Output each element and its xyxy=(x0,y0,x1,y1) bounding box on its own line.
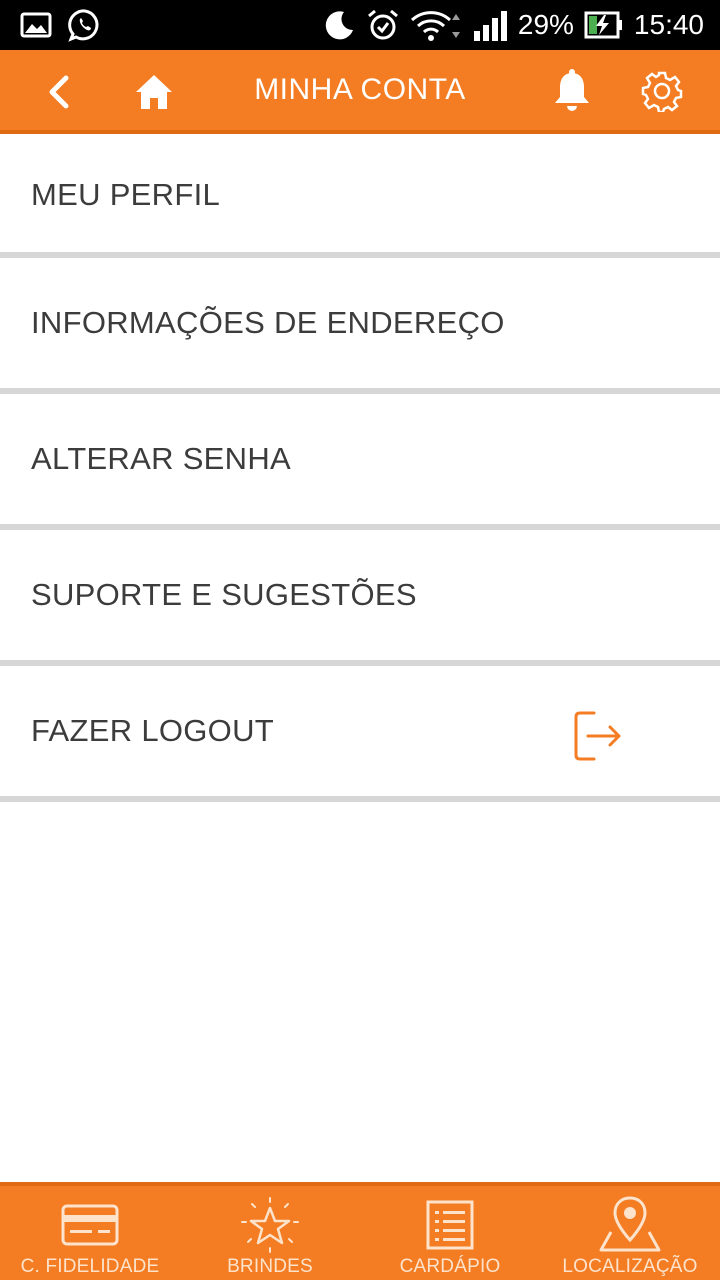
home-icon xyxy=(136,75,172,109)
signal-icon xyxy=(472,9,508,41)
nav-item-cardapio[interactable]: CARDÁPIO xyxy=(360,1186,540,1280)
star-icon xyxy=(241,1197,299,1253)
whatsapp-icon xyxy=(68,8,102,42)
page-title: MINHA CONTA xyxy=(254,73,466,106)
logout-icon xyxy=(574,711,621,761)
home-button[interactable] xyxy=(130,68,178,116)
menu-item-fazer-logout[interactable]: FAZER LOGOUT xyxy=(0,666,720,802)
nav-label: LOCALIZAÇÃO xyxy=(562,1256,698,1277)
app-header: MINHA CONTA xyxy=(0,50,720,134)
clock: 15:40 xyxy=(633,9,704,40)
menu-item-label: INFORMAÇÕES DE ENDEREÇO xyxy=(31,305,505,340)
notifications-button[interactable] xyxy=(548,66,596,116)
menu-list-icon xyxy=(426,1200,474,1250)
nav-item-brindes[interactable]: BRINDES xyxy=(180,1186,360,1280)
gear-icon xyxy=(641,71,683,112)
back-button[interactable] xyxy=(36,68,80,116)
menu-item-label: SUPORTE E SUGESTÕES xyxy=(31,577,417,612)
menu-item-informacoes-endereco[interactable]: INFORMAÇÕES DE ENDEREÇO xyxy=(0,258,720,394)
nav-label: CARDÁPIO xyxy=(399,1256,501,1277)
nav-item-localizacao[interactable]: LOCALIZAÇÃO xyxy=(540,1186,720,1280)
bottom-nav: C. FIDELIDADE BRINDES CARDÁPIO LOCALIZAÇ… xyxy=(0,1182,720,1280)
alarm-icon xyxy=(366,8,400,42)
nav-label: BRINDES xyxy=(227,1256,313,1277)
battery-charging-icon xyxy=(584,11,624,39)
card-icon xyxy=(61,1204,119,1246)
menu-item-label: FAZER LOGOUT xyxy=(31,713,275,748)
nav-item-fidelidade[interactable]: C. FIDELIDADE xyxy=(0,1186,180,1280)
settings-button[interactable] xyxy=(638,66,686,116)
back-arrow-icon xyxy=(49,75,69,109)
status-bar: 29% 15:40 xyxy=(0,0,720,50)
menu-item-alterar-senha[interactable]: ALTERAR SENHA xyxy=(0,394,720,530)
menu-item-label: MEU PERFIL xyxy=(31,177,221,212)
moon-icon xyxy=(322,8,356,42)
bell-icon xyxy=(555,69,589,111)
battery-percent: 29% xyxy=(517,9,574,40)
menu-item-meu-perfil[interactable]: MEU PERFIL xyxy=(0,138,720,258)
screen: 29% 15:40 MINHA CONTA MEU PERFIL INFORMA… xyxy=(0,0,720,1280)
menu-item-label: ALTERAR SENHA xyxy=(31,441,291,476)
account-menu: MEU PERFIL INFORMAÇÕES DE ENDEREÇO ALTER… xyxy=(0,138,720,802)
nav-label: C. FIDELIDADE xyxy=(20,1256,160,1277)
map-pin-icon xyxy=(599,1196,661,1252)
image-icon xyxy=(20,12,52,38)
wifi-icon xyxy=(410,8,462,42)
menu-item-suporte-sugestoes[interactable]: SUPORTE E SUGESTÕES xyxy=(0,530,720,666)
